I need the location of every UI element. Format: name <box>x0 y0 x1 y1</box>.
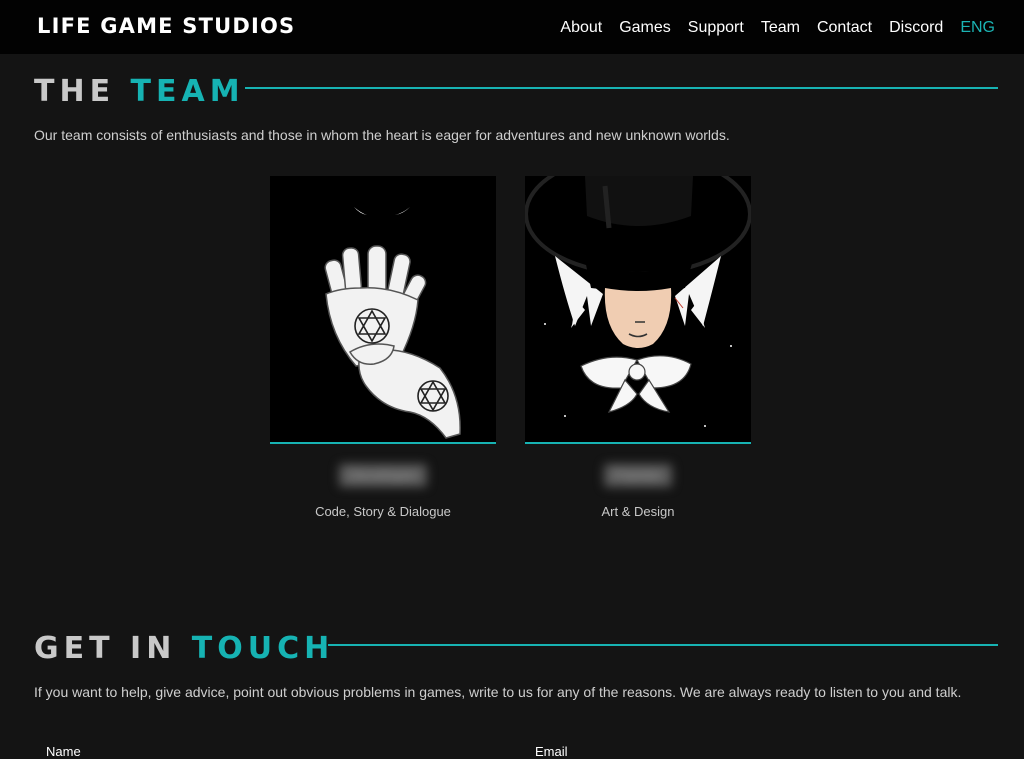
contact-heading: GET IN TOUCH <box>34 634 334 664</box>
contact-description: If you want to help, give advice, point … <box>34 684 962 700</box>
team-member-name: Painter <box>604 464 672 487</box>
nav-support[interactable]: Support <box>688 19 744 37</box>
team-member-card: Developer Code, Story & Dialogue <box>270 176 496 519</box>
team-heading: THE TEAM <box>34 77 245 107</box>
contact-heading-divider <box>328 644 998 646</box>
team-heading-part2: TEAM <box>130 74 245 109</box>
nav-discord[interactable]: Discord <box>889 19 943 37</box>
contact-heading-part1: GET IN <box>34 631 177 666</box>
alchemy-hands-portrait-icon <box>270 176 496 444</box>
team-member-name: Developer <box>338 464 428 487</box>
team-description: Our team consists of enthusiasts and tho… <box>34 127 730 143</box>
contact-heading-part2: TOUCH <box>191 631 335 666</box>
top-hat-character-portrait-icon <box>525 176 751 444</box>
top-navbar: LIFE GAME STUDIOS About Games Support Te… <box>0 0 1024 54</box>
language-switch[interactable]: ENG <box>960 19 995 37</box>
main-nav: About Games Support Team Contact Discord… <box>560 19 995 37</box>
site-logo[interactable]: LIFE GAME STUDIOS <box>37 14 295 38</box>
nav-team[interactable]: Team <box>761 19 800 37</box>
nav-about[interactable]: About <box>560 19 602 37</box>
team-heading-part1: THE <box>34 74 116 109</box>
nav-games[interactable]: Games <box>619 19 671 37</box>
team-member-role: Code, Story & Dialogue <box>315 504 451 519</box>
team-member-card: Painter Art & Design <box>525 176 751 519</box>
team-heading-divider <box>245 87 998 89</box>
nav-contact[interactable]: Contact <box>817 19 872 37</box>
team-member-role: Art & Design <box>601 504 675 519</box>
